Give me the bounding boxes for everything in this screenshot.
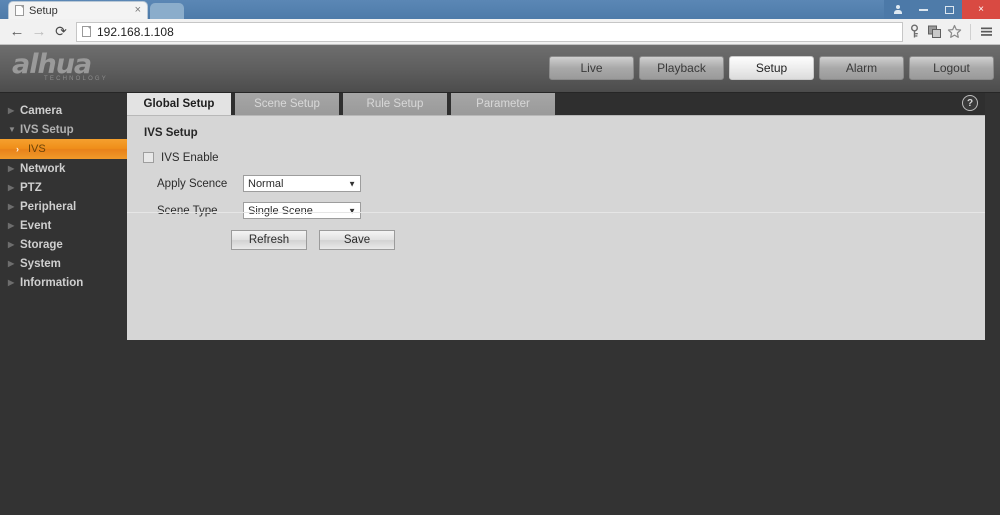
sidebar-item-label: IVS Setup (20, 123, 74, 136)
window-close-button[interactable]: × (962, 0, 1000, 19)
reload-button[interactable]: ⟳ (50, 21, 72, 43)
nav-logout[interactable]: Logout (909, 56, 994, 80)
sidebar-subitem-label: IVS (28, 143, 46, 155)
panel-title: IVS Setup (144, 127, 198, 139)
ivs-enable-checkbox[interactable] (143, 152, 154, 163)
action-buttons: Refresh Save (231, 230, 395, 250)
sidebar-item-system[interactable]: ▶ System (0, 254, 127, 273)
chevron-right-icon: ▶ (8, 221, 15, 230)
sidebar-item-information[interactable]: ▶ Information (0, 273, 127, 292)
tab-global-setup[interactable]: Global Setup (127, 93, 231, 115)
nav-setup[interactable]: Setup (729, 56, 814, 80)
tab-bar: Global Setup Scene Setup Rule Setup Para… (127, 93, 985, 115)
content-area: Global Setup Scene Setup Rule Setup Para… (127, 93, 985, 340)
extensions-icon[interactable] (927, 24, 942, 39)
chevron-right-icon: ▶ (8, 164, 15, 173)
apply-scence-row: Apply Scence Normal ▼ (143, 173, 985, 194)
close-icon[interactable]: × (132, 5, 141, 16)
menu-hamburger-icon[interactable] (979, 24, 994, 39)
section-divider (127, 212, 985, 213)
logo-wordmark: alhua (12, 49, 92, 80)
toolbar-divider (970, 23, 971, 40)
minimize-icon (918, 8, 928, 11)
sidebar-item-event[interactable]: ▶ Event (0, 216, 127, 235)
sidebar-item-label: System (20, 257, 61, 270)
sidebar-item-label: Network (20, 162, 66, 175)
chevron-down-icon: ▼ (348, 179, 356, 188)
tab-rule-setup[interactable]: Rule Setup (343, 93, 447, 115)
app-body: ▶ Camera ▼ IVS Setup › IVS ▶ Network ▶ P… (0, 93, 1000, 515)
sidebar: ▶ Camera ▼ IVS Setup › IVS ▶ Network ▶ P… (0, 93, 127, 515)
browser-tab[interactable]: Setup × (8, 1, 148, 19)
sidebar-item-ivs[interactable]: › IVS (0, 139, 127, 159)
settings-panel: IVS Setup IVS Enable Apply Scence Normal… (127, 115, 985, 340)
main-navigation: Live Playback Setup Alarm Logout (549, 56, 994, 80)
refresh-button[interactable]: Refresh (231, 230, 307, 250)
page-icon (82, 26, 91, 37)
browser-title-bar: Setup × × (0, 0, 1000, 19)
sidebar-item-label: PTZ (20, 181, 42, 194)
key-icon[interactable] (907, 24, 922, 39)
sidebar-item-label: Storage (20, 238, 63, 251)
scene-type-select[interactable]: Single Scene ▼ (243, 202, 361, 219)
address-bar[interactable]: 192.168.1.108 (76, 21, 903, 42)
ivs-setup-form: IVS Enable Apply Scence Normal ▼ Scene T… (127, 139, 985, 221)
forward-button[interactable]: → (28, 21, 50, 43)
sidebar-item-storage[interactable]: ▶ Storage (0, 235, 127, 254)
scene-type-row: Scene Type Single Scene ▼ (143, 200, 985, 221)
sidebar-item-label: Peripheral (20, 200, 77, 213)
sidebar-item-ptz[interactable]: ▶ PTZ (0, 178, 127, 197)
address-bar-url: 192.168.1.108 (97, 24, 174, 39)
new-tab-button[interactable] (150, 3, 184, 19)
sidebar-item-label: Information (20, 276, 84, 289)
chevron-down-icon: ▼ (348, 206, 356, 215)
browser-toolbar: ← → ⟳ 192.168.1.108 (0, 19, 1000, 45)
apply-scence-label: Apply Scence (157, 177, 228, 190)
logo-tagline: TECHNOLOGY (44, 76, 109, 82)
back-button[interactable]: ← (6, 21, 28, 43)
tab-scene-setup[interactable]: Scene Setup (235, 93, 339, 115)
page-icon (15, 5, 24, 16)
maximize-button[interactable] (936, 0, 962, 19)
nav-playback[interactable]: Playback (639, 56, 724, 80)
chevron-right-icon: ▶ (8, 278, 15, 287)
save-button[interactable]: Save (319, 230, 395, 250)
nav-alarm[interactable]: Alarm (819, 56, 904, 80)
maximize-icon (944, 5, 954, 14)
toolbar-icons (907, 23, 994, 40)
sidebar-item-ivs-setup[interactable]: ▼ IVS Setup (0, 120, 127, 139)
chevron-right-icon: ▶ (8, 106, 15, 115)
tab-parameter[interactable]: Parameter (451, 93, 555, 115)
apply-scence-select[interactable]: Normal ▼ (243, 175, 361, 192)
help-icon[interactable]: ? (962, 95, 978, 111)
apply-scence-value: Normal (248, 177, 284, 190)
sidebar-item-camera[interactable]: ▶ Camera (0, 101, 127, 120)
user-profile-button[interactable] (884, 0, 910, 19)
bookmark-star-icon[interactable] (947, 24, 962, 39)
scene-type-label: Scene Type (157, 204, 218, 217)
app-header: alhua TECHNOLOGY Live Playback Setup Ala… (0, 45, 1000, 93)
chevron-right-icon: ▶ (8, 202, 15, 211)
sidebar-item-peripheral[interactable]: ▶ Peripheral (0, 197, 127, 216)
minimize-button[interactable] (910, 0, 936, 19)
chevron-right-icon: ▶ (8, 259, 15, 268)
chevron-right-icon: › (16, 144, 19, 154)
sidebar-item-label: Event (20, 219, 52, 232)
sidebar-item-network[interactable]: ▶ Network (0, 159, 127, 178)
window-controls: × (884, 0, 1000, 19)
chevron-right-icon: ▶ (8, 240, 15, 249)
chevron-down-icon: ▼ (8, 125, 16, 134)
dahua-logo: alhua TECHNOLOGY (12, 49, 109, 83)
sidebar-item-label: Camera (20, 104, 63, 117)
browser-tab-title: Setup (29, 4, 58, 17)
chevron-right-icon: ▶ (8, 183, 15, 192)
person-icon (893, 5, 902, 14)
scene-type-value: Single Scene (248, 204, 313, 217)
nav-live[interactable]: Live (549, 56, 634, 80)
ivs-enable-label: IVS Enable (161, 151, 219, 164)
ivs-enable-row: IVS Enable (143, 147, 985, 168)
dahua-web-app: alhua TECHNOLOGY Live Playback Setup Ala… (0, 45, 1000, 515)
